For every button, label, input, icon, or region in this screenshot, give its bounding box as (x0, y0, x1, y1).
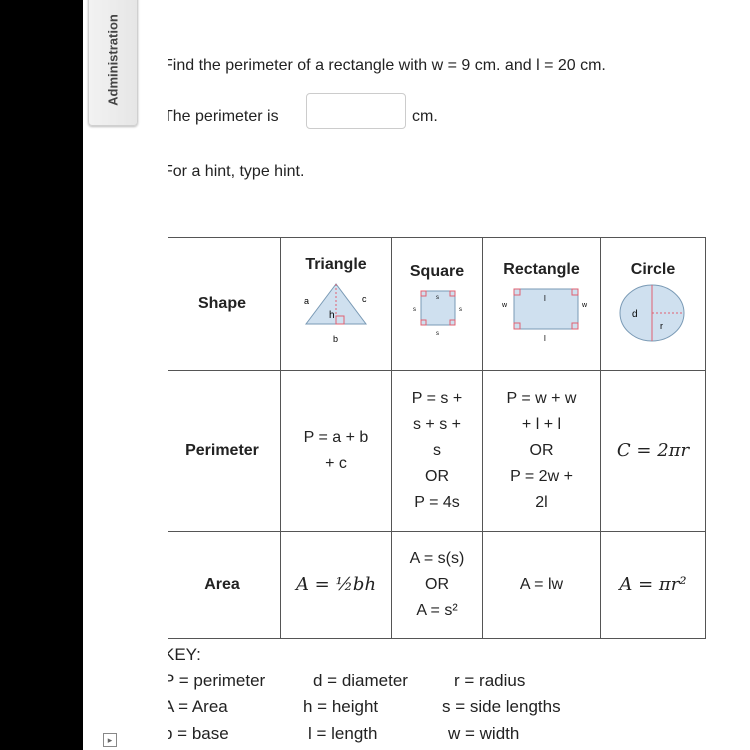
header-circle: Circle (630, 260, 676, 278)
table-row: Shape Triangle a c h b Square s s s s Re… (168, 237, 706, 371)
key-item: A = Area (168, 697, 228, 716)
row-label-shape: Shape (168, 237, 281, 371)
svg-text:w: w (581, 302, 588, 309)
svg-text:c: c (362, 294, 367, 304)
rectangle-area: A = lw (482, 531, 601, 639)
row-label-perimeter: Perimeter (168, 370, 281, 532)
content-clip: Find the perimeter of a rectangle with w… (168, 0, 750, 750)
svg-text:r: r (660, 321, 663, 331)
row-label-area: Area (168, 531, 281, 639)
triangle-area: A = ½bh (280, 531, 392, 639)
triangle-perimeter: P = a + b + c (280, 370, 392, 532)
circle-diagram: d r (619, 284, 685, 341)
triangle-diagram: a c h b (304, 282, 367, 344)
formula-table: Shape Triangle a c h b Square s s s s Re… (168, 237, 706, 639)
key-item: h = height (303, 697, 379, 716)
rectangle-cell: Rectangle l w w l (482, 237, 601, 371)
square-cell: Square s s s s (391, 237, 483, 371)
svg-text:a: a (304, 296, 309, 306)
table-row: Area A = ½bh A = s(s) OR A = s² A = lw A =… (168, 531, 706, 639)
square-perimeter: P = s + s + s + s OR P = 4s (391, 370, 483, 532)
key-item: l = length (308, 724, 378, 743)
key-item: P = perimeter (168, 671, 266, 690)
svg-text:w: w (501, 302, 508, 309)
rectangle-perimeter: P = w + w + l + l OR P = 2w +2l (482, 370, 601, 532)
question-prompt: Find the perimeter of a rectangle with w… (168, 57, 606, 74)
header-triangle: Triangle (305, 255, 367, 273)
svg-text:s: s (436, 331, 439, 335)
svg-text:b: b (333, 334, 338, 344)
key-item: s = side lengths (442, 697, 561, 716)
circle-cell: Circle d r (600, 237, 706, 371)
perimeter-answer-input[interactable] (306, 93, 406, 129)
key-item: b = base (168, 724, 229, 743)
answer-unit: cm. (412, 108, 438, 125)
svg-text:h: h (329, 310, 335, 321)
circle-area: A = πr² (600, 531, 706, 639)
table-row: Perimeter P = a + b + c P = s + s + s + s OR… (168, 370, 706, 532)
administration-tab[interactable]: Administration (88, 0, 138, 126)
key-title: KEY: (168, 645, 201, 664)
rectangle-diagram: l w w l (501, 288, 588, 343)
key-item: w = width (448, 724, 520, 743)
key-item: d = diameter (313, 671, 408, 690)
expand-icon[interactable]: ▸ (103, 733, 117, 747)
svg-text:s: s (459, 307, 462, 313)
header-square: Square (409, 262, 465, 280)
hint-text: For a hint, type hint. (168, 163, 305, 180)
svg-text:d: d (632, 309, 638, 320)
circle-perimeter: C = 2πr (600, 370, 706, 532)
triangle-cell: Triangle a c h b (280, 237, 392, 371)
svg-text:s: s (413, 307, 416, 313)
square-area: A = s(s) OR A = s² (391, 531, 483, 639)
key-item: r = radius (454, 671, 526, 690)
svg-text:s: s (436, 295, 439, 301)
svg-text:l: l (544, 334, 546, 343)
square-diagram: s s s s (413, 290, 462, 337)
svg-text:l: l (544, 294, 546, 303)
header-rectangle: Rectangle (503, 260, 580, 278)
answer-prefix: The perimeter is (168, 108, 279, 125)
